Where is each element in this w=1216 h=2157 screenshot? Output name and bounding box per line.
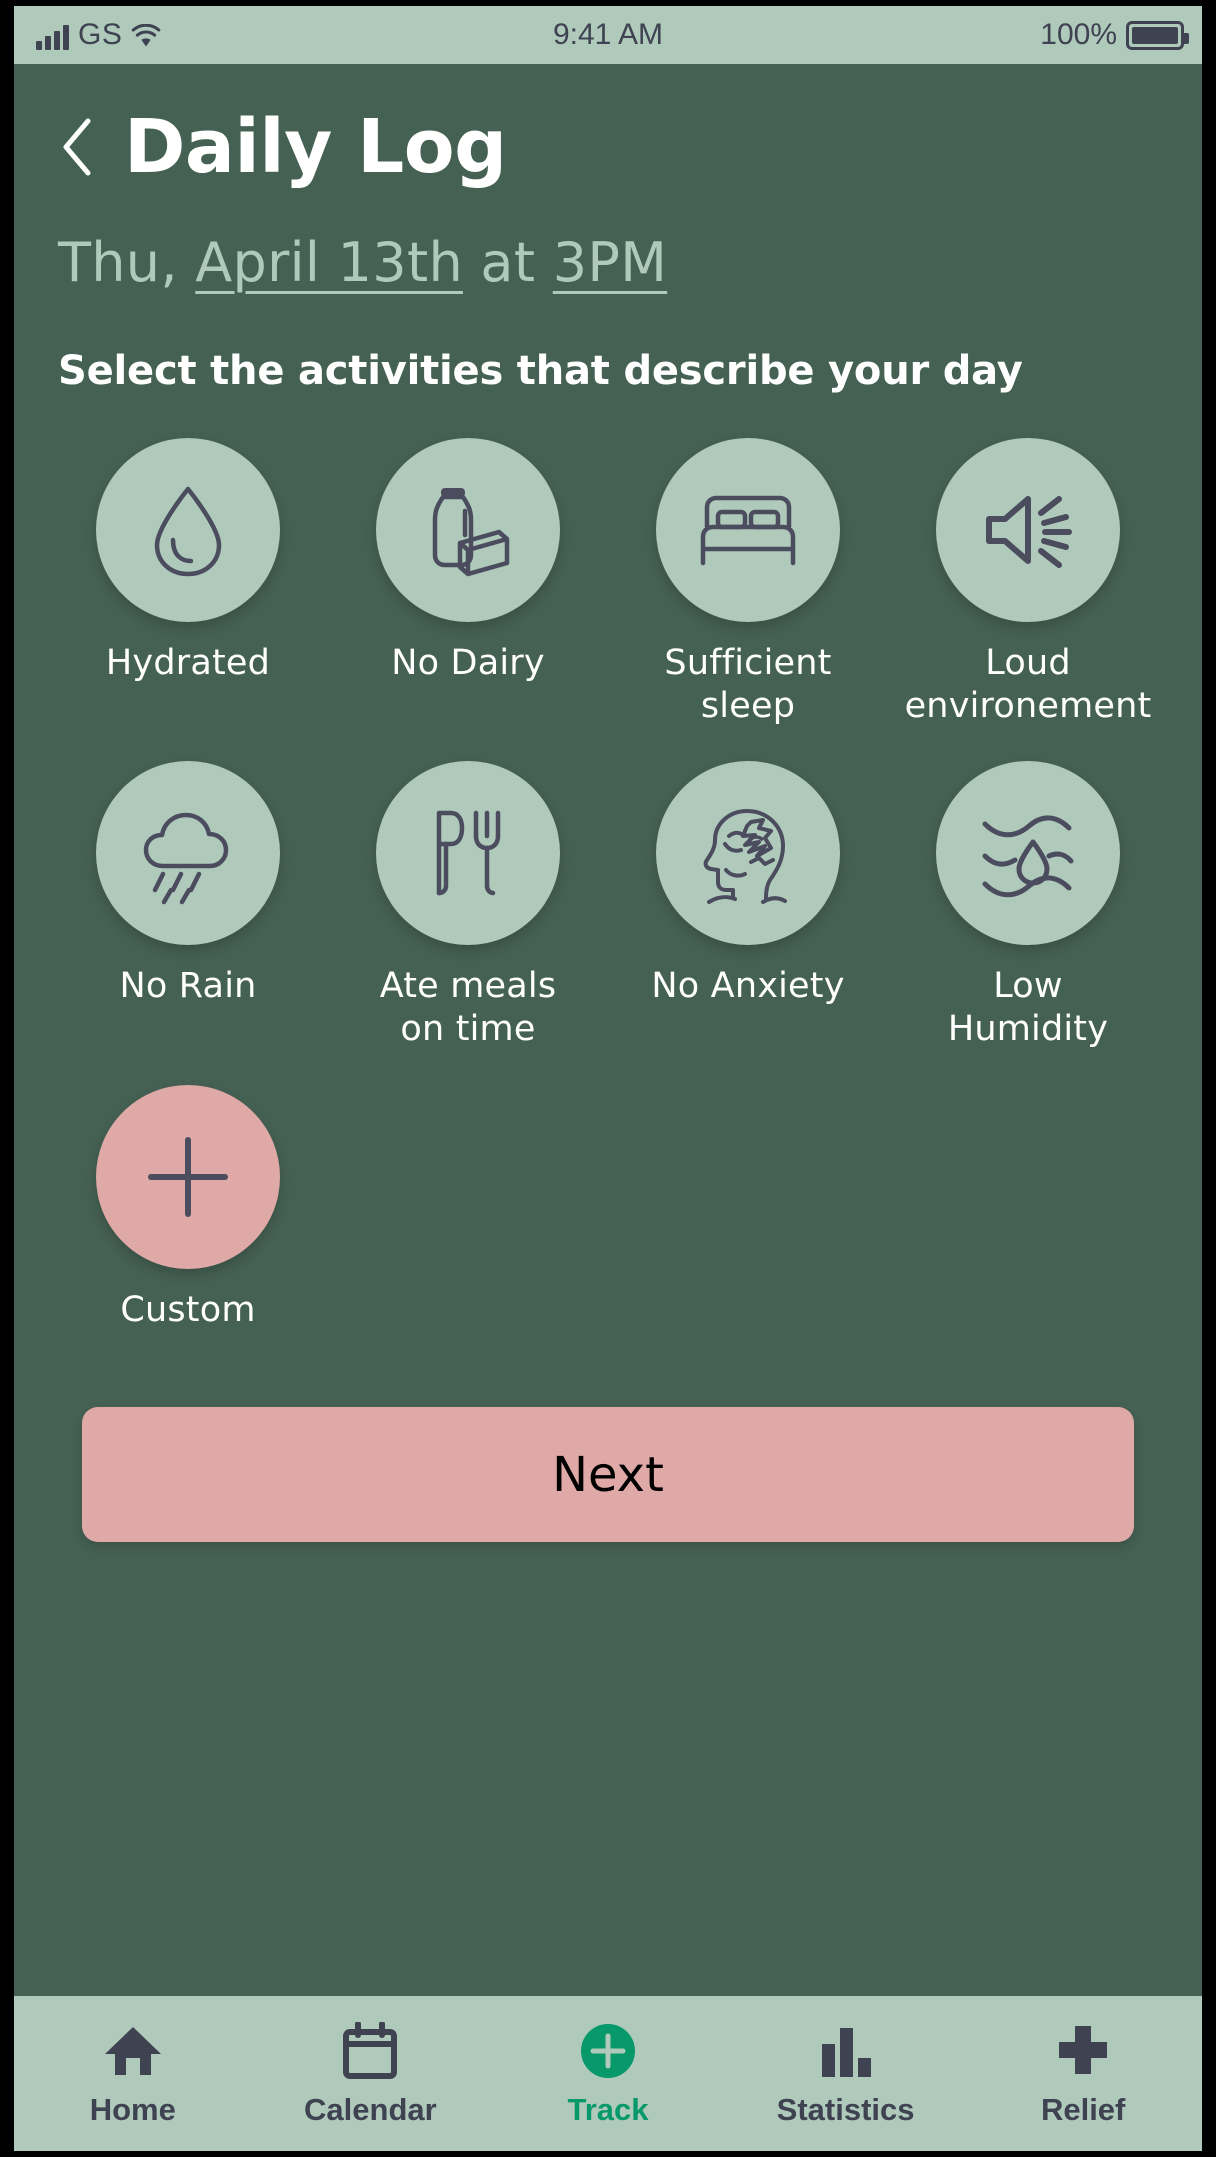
activity-loud-environment[interactable]: Loud environement xyxy=(888,438,1168,727)
status-bar: GS 9:41 AM 100% xyxy=(14,6,1202,64)
bed-icon xyxy=(700,495,796,566)
tab-label: Track xyxy=(567,2091,649,2127)
tab-statistics[interactable]: Statistics xyxy=(727,2020,965,2128)
activity-custom[interactable]: Custom xyxy=(48,1084,328,1332)
plus-icon xyxy=(148,1136,228,1217)
activity-label: Loud environement xyxy=(904,643,1152,726)
activity-label: Hydrated xyxy=(105,643,271,683)
activity-label: No Rain xyxy=(119,966,257,1007)
rain-cloud-icon xyxy=(143,813,229,905)
activity-ate-meals[interactable]: Ate meals on time xyxy=(328,761,608,1050)
humidity-icon xyxy=(982,815,1074,898)
chevron-left-icon[interactable] xyxy=(58,116,98,178)
bar-chart-icon xyxy=(817,2020,875,2082)
tab-label: Relief xyxy=(1040,2091,1126,2127)
activity-label: No Anxiety xyxy=(651,966,845,1007)
activity-icon-wrap xyxy=(936,761,1120,946)
tab-relief[interactable]: Relief xyxy=(964,2020,1202,2128)
tab-label: Home xyxy=(89,2091,176,2127)
prompt-text: Select the activities that describe your… xyxy=(58,348,1023,394)
activity-no-anxiety[interactable]: No Anxiety xyxy=(608,761,888,1050)
activity-icon-wrap xyxy=(96,761,280,946)
activity-low-humidity[interactable]: Low Humidity xyxy=(888,761,1168,1050)
battery-percent-label: 100% xyxy=(1040,18,1117,51)
next-button-wrap: Next xyxy=(14,1407,1202,1543)
date-middle: at xyxy=(462,231,553,294)
speaker-loud-icon xyxy=(986,496,1072,568)
activity-icon-wrap xyxy=(656,438,840,622)
tab-track[interactable]: Track xyxy=(489,2020,727,2128)
activity-icon-wrap xyxy=(96,1084,280,1269)
date-time-row: Thu, April 13th at 3PM xyxy=(58,236,1202,290)
bottom-tab-bar: Home Calendar Track Statistics Relief xyxy=(14,1996,1202,2151)
calendar-icon xyxy=(342,2020,398,2082)
activity-no-dairy[interactable]: No Dairy xyxy=(328,438,608,727)
date-link[interactable]: April 13th xyxy=(195,231,463,294)
activity-sufficient-sleep[interactable]: Sufficient sleep xyxy=(608,438,888,727)
date-prefix: Thu, xyxy=(58,231,196,294)
page-title: Daily Log xyxy=(124,104,507,190)
tab-label: Statistics xyxy=(776,2091,915,2127)
head-tangle-icon xyxy=(703,809,787,905)
activity-icon-wrap xyxy=(936,438,1120,622)
activity-no-rain[interactable]: No Rain xyxy=(48,761,328,1050)
milk-cheese-icon xyxy=(432,488,510,577)
next-button[interactable]: Next xyxy=(82,1407,1134,1543)
activity-label: Ate meals on time xyxy=(379,966,557,1050)
activity-label: Custom xyxy=(120,1289,256,1330)
knife-fork-icon xyxy=(436,811,501,896)
activity-label: Low Humidity xyxy=(947,966,1109,1050)
activity-label: Sufficient sleep xyxy=(664,643,832,726)
time-link[interactable]: 3PM xyxy=(553,231,667,294)
phone-frame: GS 9:41 AM 100% Daily Log Thu, April 13t… xyxy=(0,0,1216,2157)
home-icon xyxy=(103,2020,163,2082)
activity-icon-wrap xyxy=(656,761,840,946)
activity-icon-wrap xyxy=(376,761,560,946)
medical-cross-icon xyxy=(1054,2020,1112,2082)
activity-icon-wrap xyxy=(376,438,560,622)
activity-hydrated[interactable]: Hydrated xyxy=(48,438,328,727)
clock-label: 9:41 AM xyxy=(552,18,664,51)
tab-calendar[interactable]: Calendar xyxy=(252,2020,490,2128)
status-bar-right: 100% xyxy=(1040,18,1189,52)
water-drop-icon xyxy=(154,486,222,577)
plus-circle-icon xyxy=(579,2020,637,2082)
tab-home[interactable]: Home xyxy=(14,2020,252,2128)
page-header: Daily Log xyxy=(14,64,1202,184)
activity-grid: Hydrated No Dairy Sufficient sleep Loud … xyxy=(14,438,1202,1331)
battery-full-icon xyxy=(1126,20,1189,50)
activity-icon-wrap xyxy=(96,438,280,622)
activity-label: No Dairy xyxy=(391,643,545,683)
tab-label: Calendar xyxy=(304,2091,437,2127)
app-screen: GS 9:41 AM 100% Daily Log Thu, April 13t… xyxy=(14,6,1202,2151)
